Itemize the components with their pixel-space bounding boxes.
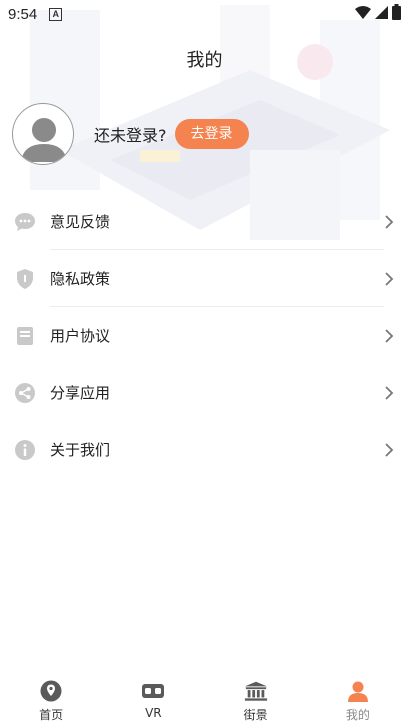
tab-mine[interactable]: 我的 <box>307 667 409 727</box>
tab-label: 街景 <box>243 708 268 722</box>
battery-icon <box>392 4 401 24</box>
tab-label: VR <box>145 706 162 720</box>
tab-home[interactable]: 首页 <box>0 667 102 727</box>
chat-icon <box>14 211 36 233</box>
chevron-right-icon <box>385 442 394 457</box>
menu-item-user-agreement[interactable]: 用户协议 <box>0 307 409 364</box>
settings-menu: 意见反馈 隐私政策 用户协议 分享应用 关于我们 <box>0 193 409 478</box>
notification-badge: A <box>49 7 63 21</box>
tab-label: 首页 <box>39 708 64 722</box>
menu-item-label: 意见反馈 <box>50 213 111 231</box>
building-icon <box>244 679 268 703</box>
status-icons <box>355 4 401 24</box>
page-title: 我的 <box>186 50 223 71</box>
tab-street-view[interactable]: 街景 <box>205 667 307 727</box>
menu-item-about-us[interactable]: 关于我们 <box>0 421 409 478</box>
shield-icon <box>14 268 36 290</box>
menu-item-label: 隐私政策 <box>50 270 111 288</box>
default-avatar-icon <box>21 118 67 162</box>
chevron-right-icon <box>385 271 394 286</box>
menu-item-privacy[interactable]: 隐私政策 <box>0 250 409 307</box>
location-pin-icon <box>39 679 63 703</box>
share-icon <box>14 382 36 404</box>
profile-section: 还未登录? 去登录 <box>12 103 249 165</box>
tab-label: 我的 <box>345 708 370 722</box>
menu-item-label: 用户协议 <box>50 327 111 345</box>
avatar[interactable] <box>12 103 74 165</box>
signal-icon <box>375 5 388 24</box>
menu-item-share-app[interactable]: 分享应用 <box>0 364 409 421</box>
document-icon <box>14 325 36 347</box>
wifi-icon <box>355 5 371 24</box>
status-bar: 9:54 A <box>0 0 409 28</box>
chevron-right-icon <box>385 328 394 343</box>
tab-vr[interactable]: VR <box>102 667 204 727</box>
info-icon <box>14 439 36 461</box>
vr-headset-icon <box>141 679 165 703</box>
chevron-right-icon <box>385 214 394 229</box>
person-icon <box>346 679 370 703</box>
menu-item-label: 分享应用 <box>50 384 111 402</box>
status-time: 9:54 <box>8 5 38 23</box>
menu-item-feedback[interactable]: 意见反馈 <box>0 193 409 250</box>
chevron-right-icon <box>385 385 394 400</box>
login-button[interactable]: 去登录 <box>174 119 249 149</box>
menu-item-label: 关于我们 <box>50 441 111 459</box>
login-hint: 还未登录? <box>94 126 167 145</box>
bottom-tab-bar: 首页 VR 街景 我的 <box>0 667 409 727</box>
